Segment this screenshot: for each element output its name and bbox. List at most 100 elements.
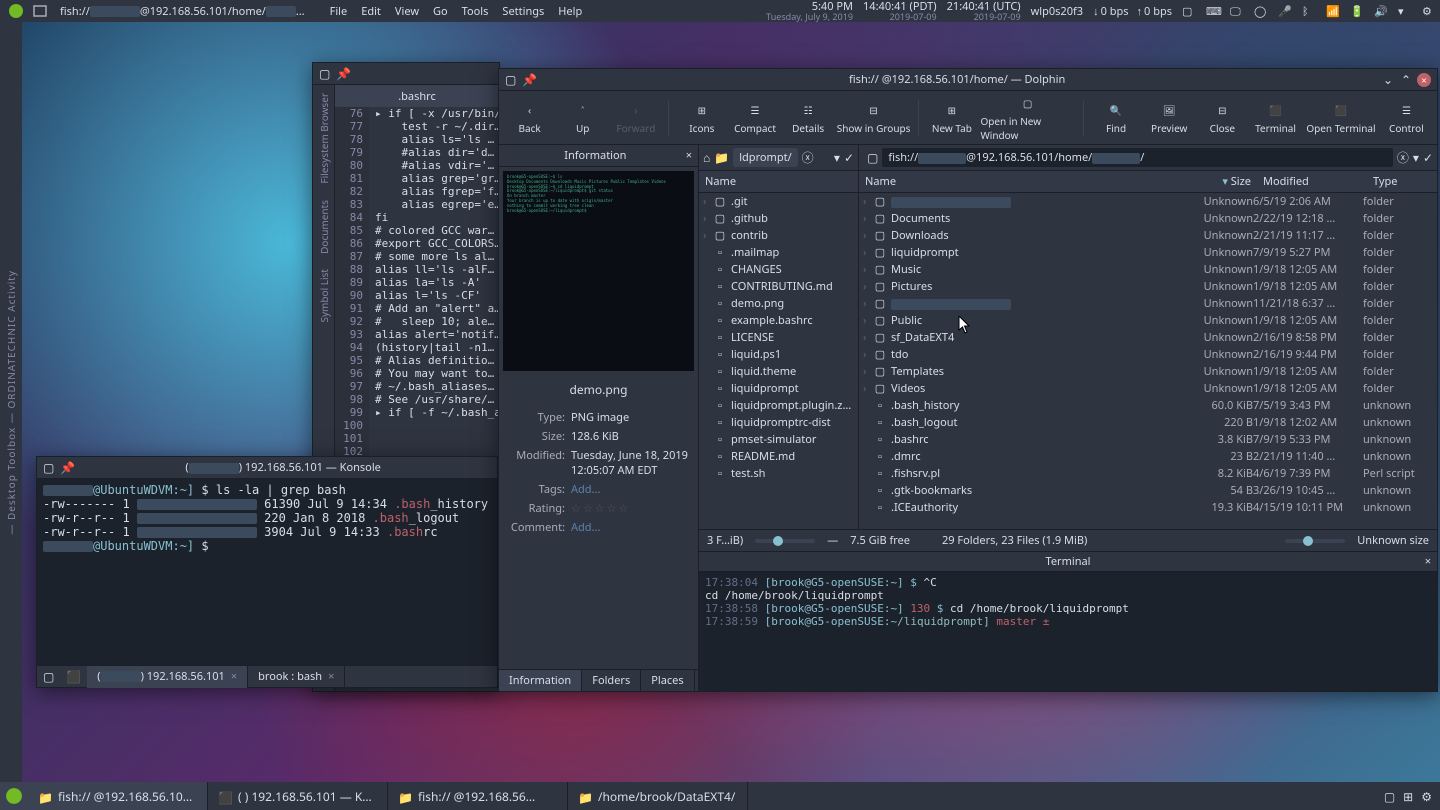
file-row[interactable]: ▫liquidprompt (699, 380, 858, 397)
maximize-button[interactable]: ⌃ (1399, 73, 1413, 87)
file-row[interactable]: ▫example.bashrc (699, 312, 858, 329)
clock-pdt[interactable]: 14:40:41 (PDT) 2019-07-09 (863, 1, 937, 21)
add-comment-link[interactable]: Add... (571, 520, 600, 535)
file-row[interactable]: ›▢Unknown6/5/19 2:06 AMfolder (859, 193, 1437, 210)
breadcrumb[interactable]: ldprompt/ (733, 148, 797, 167)
accept-icon[interactable]: ✓ (844, 149, 854, 166)
file-row[interactable]: ▫demo.png (699, 295, 858, 312)
opensuse-logo-icon[interactable] (8, 3, 24, 19)
clear-icon[interactable]: ⓧ (802, 149, 814, 166)
new-file-icon[interactable]: ▢ (319, 65, 330, 82)
menu-view[interactable]: View (388, 4, 426, 19)
kate-tab-filesystem[interactable]: Filesystem Browser (317, 85, 331, 192)
split-icon[interactable]: ⬛ (60, 668, 87, 685)
details-view-button[interactable]: ☷Details (784, 94, 833, 142)
accept-icon[interactable]: ✓ (1423, 149, 1433, 166)
close-icon[interactable]: × (1425, 554, 1431, 569)
show-desktop-icon[interactable]: ⊞ (1403, 788, 1413, 805)
file-row[interactable]: ›▢contrib (699, 227, 858, 244)
tab-places[interactable]: Places (641, 670, 694, 691)
settings-icon[interactable]: ⚙ (1421, 788, 1432, 805)
close-button[interactable]: × (1417, 73, 1431, 87)
chevron-down-icon[interactable]: ▾ (1413, 149, 1419, 166)
tray-mic-icon[interactable]: 🎤 (1278, 4, 1292, 18)
kate-file-tab[interactable]: .bashrc (335, 85, 499, 107)
taskbar-item[interactable]: 📁/home/brook/DataEXT4/ (568, 782, 748, 810)
terminal-button[interactable]: ⬛Terminal (1251, 94, 1300, 142)
file-row[interactable]: ▫.ICEauthority19.3 KiB4/15/19 10:11 PMun… (859, 499, 1437, 516)
minimize-button[interactable]: ⌄ (1381, 73, 1395, 87)
forward-button[interactable]: ›Forward (611, 94, 660, 142)
dolphin-titlebar[interactable]: ▢ 📌 fish:// @192.168.56.101/home/ — Dolp… (499, 69, 1437, 91)
dolphin-icon[interactable]: ▢ (505, 71, 516, 88)
file-row[interactable]: ▫CONTRIBUTING.md (699, 278, 858, 295)
column-name[interactable]: Name (699, 174, 858, 189)
file-row[interactable]: ›▢.git (699, 193, 858, 210)
column-name[interactable]: Name (859, 174, 1187, 189)
url-input[interactable]: fish://@192.168.56.101/home// (882, 148, 1393, 167)
file-row[interactable]: ›▢PicturesUnknown1/9/18 12:05 AMfolder (859, 278, 1437, 295)
tray-battery-icon[interactable]: 🔋 (1350, 4, 1364, 18)
add-tags-link[interactable]: Add... (571, 482, 600, 497)
kate-titlebar[interactable]: ▢ 📌 (313, 63, 499, 85)
right-zoom-slider[interactable] (1285, 539, 1345, 543)
file-row[interactable]: ▫pmset-simulator (699, 431, 858, 448)
file-row[interactable]: ▫test.sh (699, 465, 858, 482)
new-tab-button[interactable]: ⊞New Tab (927, 94, 976, 142)
file-row[interactable]: ▫.bash_logout220 B1/9/18 12:02 AMunknown (859, 414, 1437, 431)
file-row[interactable]: ›▢MusicUnknown1/9/18 12:05 AMfolder (859, 261, 1437, 278)
column-type[interactable]: Type (1367, 174, 1437, 189)
chevron-down-icon[interactable]: ▾ (834, 149, 840, 166)
file-row[interactable]: ›▢liquidpromptUnknown7/9/19 5:27 PMfolde… (859, 244, 1437, 261)
close-icon[interactable]: × (328, 669, 334, 684)
file-row[interactable]: ▫liquid.theme (699, 363, 858, 380)
tray-settings-icon[interactable]: ⚙ (1422, 4, 1436, 18)
desktop-pager[interactable]: ▢ (1384, 788, 1395, 805)
file-row[interactable]: ▫.bashrc3.8 KiB7/9/19 5:33 PMunknown (859, 431, 1437, 448)
file-row[interactable]: ▫liquidpromptrc-dist (699, 414, 858, 431)
file-row[interactable]: ▫.dmrc23 B2/21/19 11:40 …unknown (859, 448, 1437, 465)
tray-volume-icon[interactable]: 🔊 (1374, 4, 1388, 18)
konsole-tab-2[interactable]: brook : bash× (248, 666, 345, 688)
file-row[interactable]: ›▢tdoUnknown2/16/19 9:44 PMfolder (859, 346, 1437, 363)
back-button[interactable]: ‹Back (505, 94, 554, 142)
file-row[interactable]: ›▢VideosUnknown1/9/18 12:05 AMfolder (859, 380, 1437, 397)
file-row[interactable]: ▫.fishsrv.pl8.2 KiB4/6/19 7:39 PMPerl sc… (859, 465, 1437, 482)
icons-view-button[interactable]: ⊞Icons (677, 94, 726, 142)
file-row[interactable]: ›▢.github (699, 210, 858, 227)
tab-folders[interactable]: Folders (582, 670, 641, 691)
file-row[interactable]: ▫.mailmap (699, 244, 858, 261)
menu-tools[interactable]: Tools (455, 4, 496, 19)
kate-tab-symbols[interactable]: Symbol List (317, 261, 331, 331)
file-row[interactable]: ▫.bash_history60.0 KiB7/5/19 3:43 PMunkn… (859, 397, 1437, 414)
rating-stars[interactable]: ☆☆☆☆☆ (571, 501, 630, 516)
tray-display-icon[interactable]: 🖵 (1230, 4, 1244, 18)
embedded-terminal[interactable]: 17:38:04 [brook@G5-openSUSE:~] $ ^C cd /… (699, 572, 1437, 691)
konsole-terminal[interactable]: @UbuntuWDVM:~] $ ls -la | grep bash-rw--… (37, 479, 497, 665)
app-launcher[interactable] (0, 782, 28, 810)
file-row[interactable]: ›▢TemplatesUnknown1/9/18 12:05 AMfolder (859, 363, 1437, 380)
pin-icon[interactable]: 📌 (60, 459, 75, 476)
pin-icon[interactable]: 📌 (336, 65, 351, 82)
window-list-icon[interactable] (32, 3, 48, 19)
new-tab-icon[interactable]: ▢ (37, 668, 60, 685)
taskbar-item[interactable]: 📁fish:// @192.168.56.10… (28, 782, 208, 810)
taskbar-item[interactable]: ⬛( ) 192.168.56.101 — K… (208, 782, 388, 810)
tray-square-icon[interactable]: ▢ (1182, 4, 1196, 18)
file-row[interactable]: ▫LICENSE (699, 329, 858, 346)
file-row[interactable]: ▫CHANGES (699, 261, 858, 278)
tray-power-icon[interactable]: ◯ (1254, 4, 1268, 18)
file-row[interactable]: ▫liquidprompt.plugin.zsh (699, 397, 858, 414)
right-location-bar[interactable]: ▢ fish://@192.168.56.101/home// ⓧ ▾ ✓ (859, 145, 1437, 170)
tray-chevron-icon[interactable]: ▾ (1398, 4, 1412, 18)
tray-keyboard-icon[interactable]: ⌨ (1206, 4, 1220, 18)
kate-tab-documents[interactable]: Documents (317, 192, 331, 262)
file-row[interactable]: ›▢Unknown11/21/18 6:37 …folder (859, 295, 1437, 312)
menu-help[interactable]: Help (551, 4, 589, 19)
clock-local[interactable]: 5:40 PM Tuesday, July 9, 2019 (766, 1, 853, 21)
file-row[interactable]: ›▢DocumentsUnknown2/22/19 12:18 …folder (859, 210, 1437, 227)
close-split-button[interactable]: ⊟Close (1198, 94, 1247, 142)
file-row[interactable]: ▫liquid.ps1 (699, 346, 858, 363)
network-interface[interactable]: wlp0s20f3 (1031, 4, 1083, 19)
compact-view-button[interactable]: ☰Compact (730, 94, 779, 142)
